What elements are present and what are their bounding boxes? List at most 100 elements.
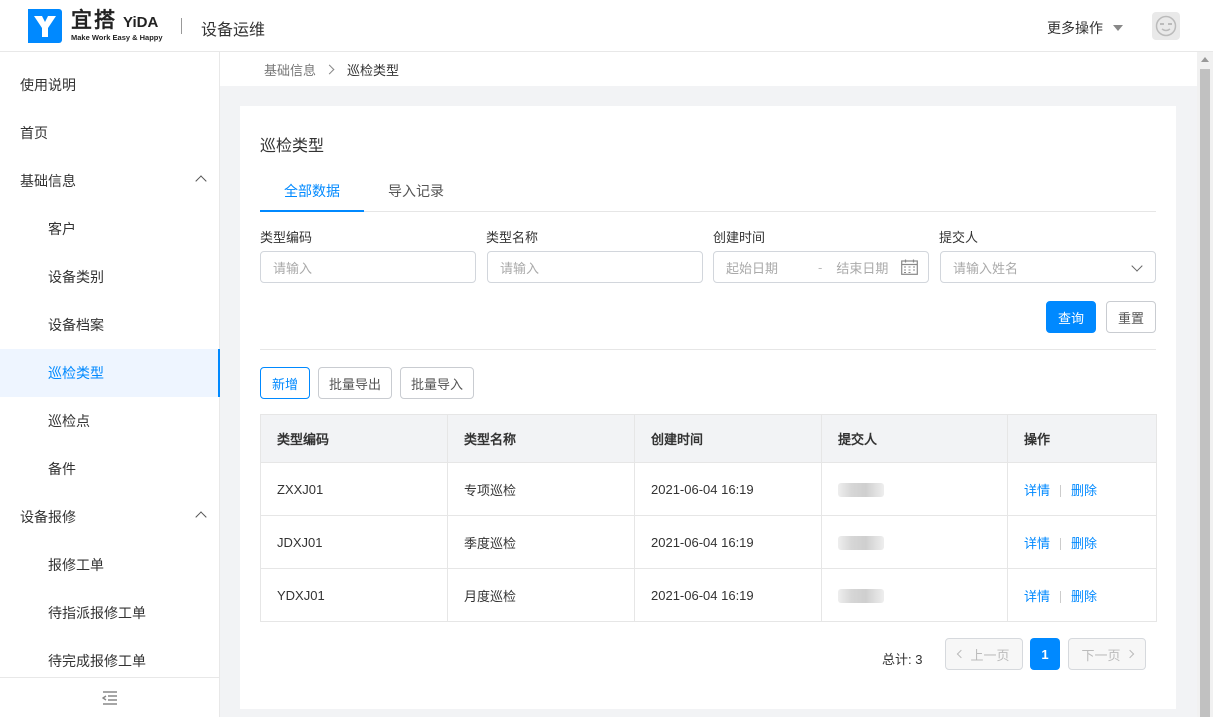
next-page-button[interactable]: 下一页 (1068, 638, 1146, 670)
type-name-label: 类型名称 (486, 230, 539, 245)
table-header: 类型编码 类型名称 创建时间 提交人 操作 (260, 414, 1157, 463)
sidebar-item-repair-orders[interactable]: 报修工单 (0, 541, 219, 589)
sidebar-item-label: 设备档案 (48, 317, 104, 333)
sidebar-item-home[interactable]: 首页 (0, 109, 219, 157)
sidebar-item-device-archive[interactable]: 设备档案 (0, 301, 219, 349)
sidebar-item-customer[interactable]: 客户 (0, 205, 219, 253)
sidebar-group-basic-info[interactable]: 基础信息 (0, 157, 219, 205)
batch-import-button[interactable]: 批量导入 (400, 367, 474, 399)
tab-import-records[interactable]: 导入记录 (364, 172, 468, 212)
action-separator (1060, 591, 1062, 604)
prev-page-button[interactable]: 上一页 (945, 638, 1023, 670)
cell-actions: 详情 删除 (1007, 462, 1157, 516)
delete-link[interactable]: 删除 (1071, 536, 1097, 551)
cell-type-name: 月度巡检 (447, 568, 635, 622)
table-row: ZXXJ01 专项巡检 2021-06-04 16:19 详情 删除 (260, 462, 1157, 516)
main-card: 巡检类型 全部数据 导入记录 类型编码 请输入 类型名称 请输入 创建时间 起始… (240, 106, 1176, 709)
cell-type-name: 季度巡检 (447, 515, 635, 569)
sidebar-item-label: 基础信息 (20, 173, 76, 189)
calendar-icon (901, 259, 918, 275)
cell-submitter (821, 515, 1008, 569)
column-header-actions: 操作 (1007, 414, 1157, 463)
sidebar-item-inspection-type[interactable]: 巡检类型 (0, 349, 220, 397)
cell-created-time: 2021-06-04 16:19 (634, 515, 822, 569)
type-name-input[interactable]: 请输入 (487, 251, 703, 283)
reset-button[interactable]: 重置 (1106, 301, 1156, 333)
chevron-down-icon (1131, 260, 1143, 272)
page-title: 巡检类型 (260, 138, 325, 155)
date-range-separator: - (818, 259, 823, 275)
yida-logo[interactable]: 宜搭 YiDA Make Work Easy & Happy (28, 9, 163, 43)
sidebar-item-pending-assign-orders[interactable]: 待指派报修工单 (0, 589, 219, 637)
page-scrollbar[interactable] (1197, 52, 1213, 717)
cell-type-code: YDXJ01 (260, 568, 448, 622)
sidebar-item-label: 巡检点 (48, 413, 90, 429)
column-header-type-code[interactable]: 类型编码 (260, 414, 448, 463)
cell-created-time: 2021-06-04 16:19 (634, 462, 822, 516)
blurred-submitter-name (838, 482, 884, 497)
column-header-type-name[interactable]: 类型名称 (447, 414, 635, 463)
logo-slogan: Make Work Easy & Happy (71, 33, 163, 43)
table-header-row: 类型编码 类型名称 创建时间 提交人 操作 (260, 414, 1157, 463)
chevron-right-icon (1125, 649, 1134, 659)
column-header-submitter[interactable]: 提交人 (821, 414, 1008, 463)
type-name-placeholder: 请输入 (500, 260, 540, 276)
data-table: 类型编码 类型名称 创建时间 提交人 操作 ZXXJ01 专项巡检 2021-0… (260, 414, 1157, 622)
created-time-range-picker[interactable]: 起始日期 - 结束日期 (713, 251, 929, 283)
query-button[interactable]: 查询 (1046, 301, 1096, 333)
page-number-button[interactable]: 1 (1030, 638, 1060, 670)
table-row: YDXJ01 月度巡检 2021-06-04 16:19 详情 删除 (260, 568, 1157, 622)
more-operations-dropdown[interactable]: 更多操作 (1047, 18, 1123, 38)
end-date-placeholder[interactable]: 结束日期 (836, 258, 888, 277)
type-code-input[interactable]: 请输入 (260, 251, 476, 283)
scroll-up-arrow-icon[interactable] (1201, 57, 1209, 62)
chevron-up-icon (195, 175, 207, 187)
tab-all-data[interactable]: 全部数据 (260, 172, 364, 212)
sidebar-item-inspection-point[interactable]: 巡检点 (0, 397, 219, 445)
breadcrumb: 基础信息 巡检类型 (220, 52, 1197, 86)
action-separator (1060, 538, 1062, 551)
chevron-up-icon (195, 511, 207, 523)
tab-bar: 全部数据 导入记录 (260, 172, 1156, 212)
sidebar-item-label: 设备报修 (20, 509, 76, 525)
submitter-label: 提交人 (939, 230, 979, 245)
batch-export-button[interactable]: 批量导出 (318, 367, 392, 399)
sidebar-item-label: 使用说明 (20, 77, 76, 93)
cell-type-code: JDXJ01 (260, 515, 448, 569)
column-header-created-time[interactable]: 创建时间 (634, 414, 822, 463)
submitter-placeholder: 请输入姓名 (953, 260, 1019, 276)
delete-link[interactable]: 删除 (1071, 589, 1097, 604)
sidebar-item-instructions[interactable]: 使用说明 (0, 61, 219, 109)
sidebar-group-device-repair[interactable]: 设备报修 (0, 493, 219, 541)
user-avatar[interactable] (1152, 12, 1180, 40)
scrollbar-thumb[interactable] (1200, 69, 1210, 717)
logo-cn-text: 宜搭 (71, 9, 117, 33)
sidebar-item-spare-parts[interactable]: 备件 (0, 445, 219, 493)
caret-down-icon (1113, 25, 1123, 31)
submitter-select[interactable]: 请输入姓名 (940, 251, 1156, 283)
sidebar-item-device-category[interactable]: 设备类别 (0, 253, 219, 301)
sidebar-item-label: 待完成报修工单 (48, 653, 146, 669)
delete-link[interactable]: 删除 (1071, 483, 1097, 498)
cell-submitter (821, 568, 1008, 622)
detail-link[interactable]: 详情 (1024, 589, 1050, 604)
cell-type-name: 专项巡检 (447, 462, 635, 516)
created-time-label: 创建时间 (713, 230, 766, 245)
chevron-right-icon (324, 64, 335, 74)
type-code-label: 类型编码 (260, 230, 313, 245)
breadcrumb-parent[interactable]: 基础信息 (264, 60, 316, 79)
sidebar-menu: 使用说明 首页 基础信息 客户 设备类别 设备档案 巡检类型 巡检点 备件 设备… (0, 52, 220, 717)
add-button[interactable]: 新增 (260, 367, 310, 399)
header-divider (181, 18, 182, 34)
sidebar-item-label: 巡检类型 (48, 365, 104, 381)
tab-label: 全部数据 (284, 183, 340, 199)
start-date-placeholder[interactable]: 起始日期 (726, 258, 778, 277)
cell-actions: 详情 删除 (1007, 515, 1157, 569)
sidebar-collapse-button[interactable] (0, 677, 219, 717)
prev-page-label: 上一页 (970, 647, 1010, 663)
logo-en-text: YiDA (123, 14, 159, 32)
type-code-placeholder: 请输入 (273, 260, 313, 276)
blurred-submitter-name (838, 535, 884, 550)
detail-link[interactable]: 详情 (1024, 536, 1050, 551)
detail-link[interactable]: 详情 (1024, 483, 1050, 498)
